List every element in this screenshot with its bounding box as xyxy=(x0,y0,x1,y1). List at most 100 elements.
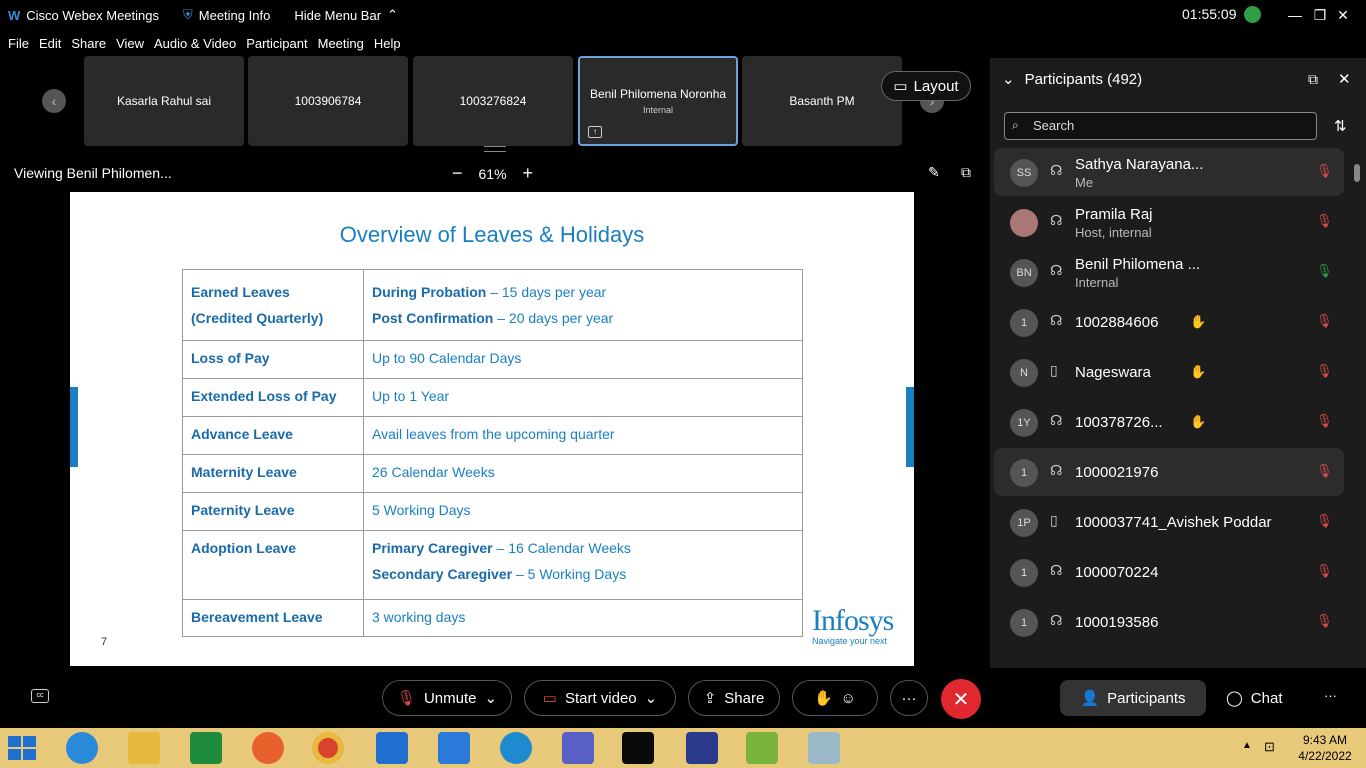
panel-header: ⌄ Participants (492) xyxy=(1002,70,1142,89)
participant-row[interactable]: BN ☊ Benil Philomena ... Internal 🎙 xyxy=(994,248,1344,296)
video-thumbnail[interactable]: 1003276824 xyxy=(413,56,573,146)
zoom-in-button[interactable]: + xyxy=(523,163,534,184)
sort-icon[interactable]: ⇅ xyxy=(1334,117,1347,135)
security-app-icon[interactable] xyxy=(376,732,408,764)
table-row: Loss of Pay Up to 90 Calendar Days xyxy=(182,340,803,379)
participants-scrollbar[interactable] xyxy=(1352,150,1360,655)
webex-taskbar-icon[interactable] xyxy=(622,732,654,764)
slide-accent-left xyxy=(70,387,78,467)
video-thumbnail-active[interactable]: Benil Philomena Noronha Internal ↑ xyxy=(578,56,738,146)
search-input[interactable]: Search xyxy=(1004,112,1317,140)
participant-sub: Me xyxy=(1075,175,1094,190)
participant-row[interactable]: 1P ▯ 1000037741_Avishek Poddar 🎙 xyxy=(994,498,1344,546)
start-video-label: Start video xyxy=(564,689,637,707)
internet-explorer-icon[interactable] xyxy=(66,732,98,764)
avatar: 1 xyxy=(1010,609,1038,637)
video-thumbnail[interactable]: Kasarla Rahul sai xyxy=(84,56,244,146)
collapse-chevron-icon[interactable]: ⌄ xyxy=(1002,70,1015,88)
participant-row[interactable]: SS ☊ Sathya Narayana... Me 🎙 xyxy=(994,148,1344,196)
participant-row[interactable]: 1 ☊ 1002884606 ✋ 🎙 xyxy=(994,298,1344,346)
mic-muted-icon: 🎙 xyxy=(1316,213,1333,228)
layout-icon: ▭ xyxy=(893,78,908,95)
participant-row[interactable]: 1 ☊ 1000021976 🎙 xyxy=(994,448,1344,496)
participant-row[interactable]: 1Y ☊ 100378726... ✋ 🎙 xyxy=(994,398,1344,446)
share-button[interactable]: ⇪ Share xyxy=(688,680,780,716)
mic-muted-icon: 🎙 xyxy=(1316,513,1333,528)
avatar: 1 xyxy=(1010,459,1038,487)
close-icon: ✕ xyxy=(952,688,970,711)
menu-audio-video[interactable]: Audio & Video xyxy=(154,32,236,56)
notepad-icon[interactable] xyxy=(746,732,778,764)
raise-hand-icon[interactable]: ✋ xyxy=(814,689,833,707)
scrollbar-thumb[interactable] xyxy=(1354,164,1360,182)
vscode-icon[interactable] xyxy=(438,732,470,764)
chat-icon: ◯ xyxy=(1226,690,1243,707)
paint-icon[interactable] xyxy=(808,732,840,764)
more-options-button[interactable]: ··· xyxy=(890,680,928,716)
tray-chevron-up-icon[interactable]: ▲ xyxy=(1242,740,1252,751)
participants-button[interactable]: 👤 Participants xyxy=(1060,680,1206,716)
tray-clock[interactable]: 9:43 AM 4/22/2022 xyxy=(1290,732,1360,764)
participant-row[interactable]: ☊ Pramila Raj Host, internal 🎙 xyxy=(994,198,1344,246)
headset-icon: ☊ xyxy=(1050,412,1063,428)
menu-view[interactable]: View xyxy=(116,32,144,56)
network-health-icon[interactable] xyxy=(1244,6,1261,23)
avatar: 1P xyxy=(1010,509,1038,537)
menu-meeting[interactable]: Meeting xyxy=(318,32,364,56)
zoom-level: 61% xyxy=(478,165,507,182)
logo-tagline: Navigate your next xyxy=(812,636,888,646)
menu-help[interactable]: Help xyxy=(374,32,401,56)
close-panel-icon[interactable]: ✕ xyxy=(1338,70,1351,88)
network-icon[interactable]: ⊡ xyxy=(1264,739,1275,755)
avatar: SS xyxy=(1010,159,1038,187)
video-thumbnail[interactable]: Basanth PM xyxy=(742,56,902,146)
file-explorer-icon[interactable] xyxy=(128,732,160,764)
leave-meeting-button[interactable]: ✕ xyxy=(941,679,981,719)
start-video-button[interactable]: ▭ Start video ⌄ xyxy=(524,680,676,716)
participant-row[interactable]: N ▯ Nageswara ✋ 🎙 xyxy=(994,348,1344,396)
menu-participant[interactable]: Participant xyxy=(246,32,307,56)
meeting-info-button[interactable]: ⛨ Meeting Info xyxy=(183,7,270,23)
edge-icon[interactable] xyxy=(500,732,532,764)
more-label: ··· xyxy=(901,689,917,707)
participant-row[interactable]: 1 ☊ 1000193586 🎙 xyxy=(994,598,1344,646)
settings-icon[interactable] xyxy=(686,732,718,764)
cell-text: Adoption Leave xyxy=(191,540,297,556)
cell-text: Primary Caregiver – 16 Calendar Weeks xyxy=(372,540,631,556)
popout-view-icon[interactable]: ⧉ xyxy=(961,164,971,181)
start-button[interactable] xyxy=(8,736,36,760)
chrome-icon[interactable] xyxy=(312,732,344,764)
cell-text: Secondary Caregiver – 5 Working Days xyxy=(372,566,627,582)
hide-menu-bar-button[interactable]: Hide Menu Bar ⌃ xyxy=(294,7,398,23)
captions-icon[interactable]: cc xyxy=(31,689,49,703)
slide-accent-right xyxy=(906,387,914,467)
popout-icon[interactable]: ⧉ xyxy=(1308,71,1318,88)
cell-text: (Credited Quarterly) xyxy=(191,310,324,326)
close-window-button[interactable]: ✕ xyxy=(1320,0,1366,30)
table-cell: Extended Loss of Pay xyxy=(182,378,364,417)
slide-title: Overview of Leaves & Holidays xyxy=(339,222,645,247)
zoom-out-button[interactable]: − xyxy=(452,163,463,184)
share-label: Share xyxy=(724,689,765,707)
teams-icon[interactable] xyxy=(562,732,594,764)
annotate-icon[interactable]: ✎ xyxy=(928,164,940,181)
store-icon[interactable] xyxy=(190,732,222,764)
cell-text: During Probation – 15 days per year xyxy=(372,284,607,300)
drag-handle-icon[interactable] xyxy=(484,146,506,152)
firefox-icon[interactable] xyxy=(252,732,284,764)
avatar: N xyxy=(1010,359,1038,387)
menu-edit[interactable]: Edit xyxy=(39,32,61,56)
participant-row[interactable]: 1 ☊ 1000070224 🎙 xyxy=(994,548,1344,596)
video-thumbnail[interactable]: 1003906784 xyxy=(248,56,408,146)
layout-button[interactable]: ▭ Layout xyxy=(881,71,971,101)
unmute-button[interactable]: 🎙 Unmute ⌄ xyxy=(382,680,512,716)
scroll-left-button[interactable]: ‹ xyxy=(42,89,66,113)
reaction-icon[interactable]: ☺ xyxy=(841,690,856,707)
menu-bar: File Edit Share View Audio & Video Parti… xyxy=(0,32,403,56)
avatar: 1Y xyxy=(1010,409,1038,437)
menu-file[interactable]: File xyxy=(8,32,29,56)
chat-button[interactable]: ◯ Chat xyxy=(1226,680,1282,716)
menu-share[interactable]: Share xyxy=(71,32,106,56)
panel-more-button[interactable]: ··· xyxy=(1324,688,1337,703)
table-row: Paternity Leave 5 Working Days xyxy=(182,492,803,531)
